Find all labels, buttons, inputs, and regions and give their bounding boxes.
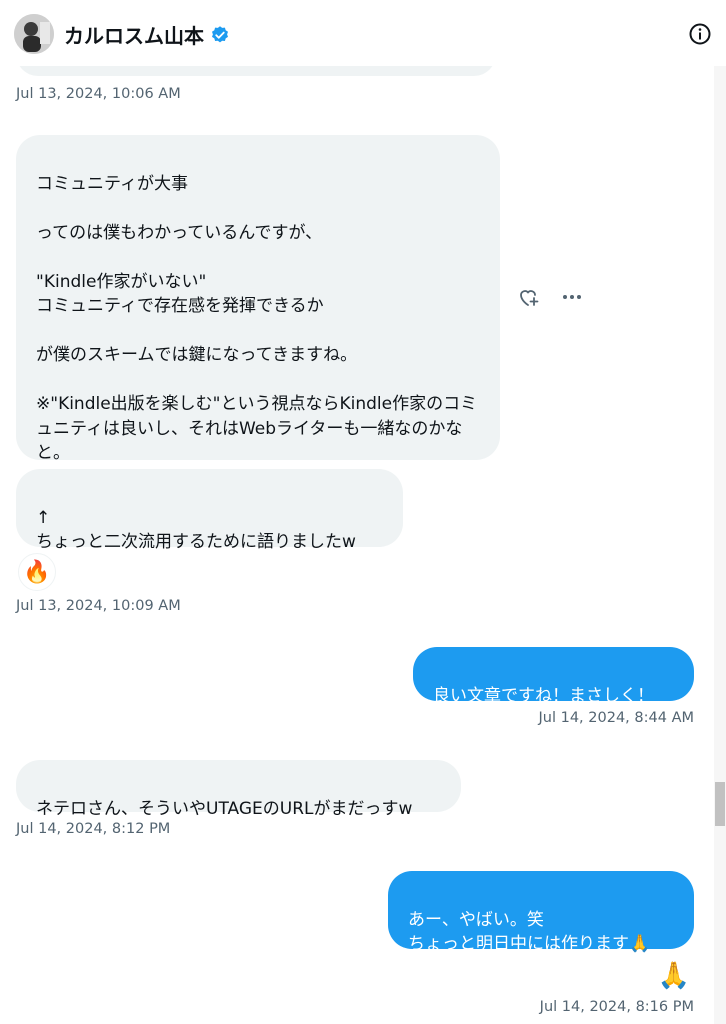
outgoing-message[interactable]: 良い文章ですね！まさしく！	[413, 647, 694, 706]
message-text: コミュニティが大事 ってのは僕もわかっているんですが、 "Kindle作家がいな…	[36, 173, 478, 464]
incoming-message[interactable]: ネテロさん、そういやUTAGEのURLがまだっすw	[16, 760, 461, 819]
pray-icon: 🙏	[657, 961, 691, 991]
outgoing-message[interactable]: あー、やばい。笑 ちょっと明日中には作ります🙏	[388, 871, 694, 954]
reaction-pray[interactable]: 🙏	[656, 958, 692, 994]
timestamp: Jul 14, 2024, 8:16 PM	[539, 999, 694, 1015]
timestamp: Jul 14, 2024, 8:12 PM	[16, 821, 171, 837]
message-text: あー、やばい。笑 ちょっと明日中には作ります🙏	[408, 909, 651, 955]
info-icon[interactable]	[688, 22, 712, 46]
fire-icon: 🔥	[23, 559, 51, 585]
timestamp: Jul 14, 2024, 8:44 AM	[538, 710, 695, 726]
conversation-header: カルロスム山本	[0, 0, 726, 66]
conversation-title[interactable]: カルロスム山本	[64, 20, 230, 49]
more-icon[interactable]	[560, 285, 584, 309]
scrollbar[interactable]	[714, 66, 726, 1024]
header-name: カルロスム山本	[64, 24, 204, 48]
message-text: ネテロさん、そういやUTAGEのURLがまだっすw	[36, 798, 413, 819]
incoming-message[interactable]: ↑ ちょっと二次流用するために語りましたw	[16, 469, 403, 552]
timestamp: Jul 13, 2024, 10:09 AM	[16, 598, 181, 614]
avatar[interactable]	[14, 14, 54, 54]
verified-badge-icon	[212, 25, 228, 42]
message-text: ↑ ちょっと二次流用するために語りましたw	[36, 507, 356, 553]
reaction-fire[interactable]: 🔥	[18, 553, 56, 591]
message-text: 良い文章ですね！まさしく！	[433, 685, 654, 706]
scrollbar-thumb[interactable]	[715, 782, 725, 826]
timestamp: Jul 13, 2024, 10:06 AM	[16, 86, 181, 102]
incoming-message[interactable]: コミュニティが大事 ってのは僕もわかっているんですが、 "Kindle作家がいな…	[16, 135, 500, 463]
heart-plus-icon[interactable]	[516, 285, 540, 309]
